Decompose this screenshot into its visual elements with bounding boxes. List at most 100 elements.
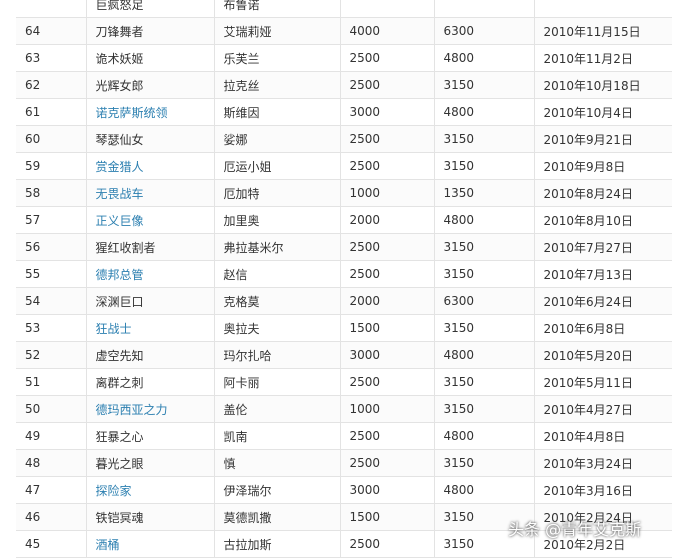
- cell-release-date: 2010年9月21日: [533, 125, 672, 153]
- cell-champion-name[interactable]: 探险家: [85, 476, 215, 504]
- cell-ip-price: 2000: [339, 287, 435, 315]
- cell-rp-price: 4800: [433, 422, 535, 450]
- cell-id: 45: [16, 530, 87, 558]
- cell-ip-price: 1500: [339, 503, 435, 531]
- cell-ip-price: 2500: [339, 152, 435, 180]
- cell-champion-name[interactable]: 狂战士: [85, 314, 215, 342]
- cell-champion-name: 刀锋舞者: [85, 17, 215, 45]
- cell-rp-price: 4800: [433, 98, 535, 126]
- table-row: 51 离群之刺 阿卡丽 2500 3150 2010年5月11日: [16, 368, 672, 396]
- cell-rp-price: 3150: [433, 314, 535, 342]
- cell-release-date: 2010年5月11日: [533, 368, 672, 396]
- cell-champion-alias: 凯南: [213, 422, 341, 450]
- cell-champion-alias: 厄加特: [213, 179, 341, 207]
- cell-champion-name: 诡术妖姬: [85, 44, 215, 72]
- cell-champion-alias: 慎: [213, 449, 341, 477]
- cell-ip-price: 1000: [339, 179, 435, 207]
- cell-ip-price: 4000: [339, 17, 435, 45]
- cell-rp-price: 3150: [433, 368, 535, 396]
- table-row: 60 琴瑟仙女 娑娜 2500 3150 2010年9月21日: [16, 125, 672, 153]
- cell-champion-alias: 艾瑞莉娅: [213, 17, 341, 45]
- cell-ip-price: 2500: [339, 422, 435, 450]
- cell-release-date: 2010年8月10日: [533, 206, 672, 234]
- cell-rp-price: 1350: [433, 179, 535, 207]
- champion-table-container: 巨疯怒足 布鲁诺 64 刀锋舞者 艾瑞莉娅 4000 6300 2010年11月15日 63 诡术…: [16, 0, 672, 558]
- cell-id: 57: [16, 206, 87, 234]
- champion-table: 巨疯怒足 布鲁诺 64 刀锋舞者 艾瑞莉娅 4000 6300 2010年11月15日 63 诡术…: [16, 0, 672, 558]
- cell-id: 59: [16, 152, 87, 180]
- cell-ip-price: 2500: [339, 125, 435, 153]
- cell-rp-price: 6300: [433, 17, 535, 45]
- cell-champion-alias: 古拉加斯: [213, 530, 341, 558]
- cell-ip-price: 2500: [339, 44, 435, 72]
- cell-ip-price: 2500: [339, 71, 435, 99]
- cell-champion-name: 深渊巨口: [85, 287, 215, 315]
- cell-champion-name[interactable]: 诺克萨斯统领: [85, 98, 215, 126]
- cell-champion-name: 离群之刺: [85, 368, 215, 396]
- table-row: 62 光辉女郎 拉克丝 2500 3150 2010年10月18日: [16, 71, 672, 99]
- champion-table-body: 巨疯怒足 布鲁诺 64 刀锋舞者 艾瑞莉娅 4000 6300 2010年11月15日 63 诡术…: [16, 0, 672, 558]
- cell-champion-alias: 加里奥: [213, 206, 341, 234]
- cell-release-date: 2010年3月16日: [533, 476, 672, 504]
- cell-champion-name[interactable]: 正义巨像: [85, 206, 215, 234]
- cell-id: 46: [16, 503, 87, 531]
- cell-id: 63: [16, 44, 87, 72]
- table-row: 61 诺克萨斯统领 斯维因 3000 4800 2010年10月4日: [16, 98, 672, 126]
- cell-ip-price: 2500: [339, 260, 435, 288]
- cell-champion-alias: 奥拉夫: [213, 314, 341, 342]
- cell-release-date: 2010年5月20日: [533, 341, 672, 369]
- cell-rp-price: 3150: [433, 152, 535, 180]
- cell-champion-alias: 厄运小姐: [213, 152, 341, 180]
- cell-rp-price: 3150: [433, 71, 535, 99]
- cell-champion-alias: 赵信: [213, 260, 341, 288]
- cell-ip-price: 3000: [339, 341, 435, 369]
- cell-champion-name[interactable]: 酒桶: [85, 530, 215, 558]
- cell-release-date: 2010年7月27日: [533, 233, 672, 261]
- cell-rp-price: 3150: [433, 395, 535, 423]
- cell-release-date: 2010年10月4日: [533, 98, 672, 126]
- cell-release-date: 2010年8月24日: [533, 179, 672, 207]
- table-row: 47 探险家 伊泽瑞尔 3000 4800 2010年3月16日: [16, 476, 672, 504]
- cell-champion-alias: 乐芙兰: [213, 44, 341, 72]
- table-row: 56 猩红收割者 弗拉基米尔 2500 3150 2010年7月27日: [16, 233, 672, 261]
- cell-ip-price: 2500: [339, 368, 435, 396]
- cell-champion-name: 光辉女郎: [85, 71, 215, 99]
- cell-champion-name[interactable]: 无畏战车: [85, 179, 215, 207]
- cell-id: [16, 0, 87, 18]
- cell-release-date: 2010年11月15日: [533, 17, 672, 45]
- cell-champion-alias: 盖伦: [213, 395, 341, 423]
- table-row: 52 虚空先知 玛尔扎哈 3000 4800 2010年5月20日: [16, 341, 672, 369]
- cell-ip-price: 3000: [339, 98, 435, 126]
- cell-id: 50: [16, 395, 87, 423]
- cell-ip-price: 2000: [339, 206, 435, 234]
- cell-champion-name[interactable]: 德邦总管: [85, 260, 215, 288]
- cell-champion-name: 狂暴之心: [85, 422, 215, 450]
- table-row: 巨疯怒足 布鲁诺: [16, 0, 672, 18]
- table-row: 53 狂战士 奥拉夫 1500 3150 2010年6月8日: [16, 314, 672, 342]
- cell-champion-name[interactable]: 赏金猎人: [85, 152, 215, 180]
- cell-rp-price: [433, 0, 535, 18]
- cell-champion-name[interactable]: 德玛西亚之力: [85, 395, 215, 423]
- cell-rp-price: 3150: [433, 233, 535, 261]
- cell-rp-price: 6300: [433, 287, 535, 315]
- table-row: 55 德邦总管 赵信 2500 3150 2010年7月13日: [16, 260, 672, 288]
- cell-id: 49: [16, 422, 87, 450]
- cell-rp-price: 4800: [433, 476, 535, 504]
- cell-champion-alias: 布鲁诺: [213, 0, 341, 18]
- table-row: 49 狂暴之心 凯南 2500 4800 2010年4月8日: [16, 422, 672, 450]
- cell-champion-name: 巨疯怒足: [85, 0, 215, 18]
- cell-id: 47: [16, 476, 87, 504]
- cell-rp-price: 3150: [433, 125, 535, 153]
- cell-champion-name: 琴瑟仙女: [85, 125, 215, 153]
- cell-ip-price: 1500: [339, 314, 435, 342]
- cell-release-date: 2010年9月8日: [533, 152, 672, 180]
- cell-champion-name: 暮光之眼: [85, 449, 215, 477]
- cell-rp-price: 3150: [433, 260, 535, 288]
- cell-id: 62: [16, 71, 87, 99]
- table-row: 58 无畏战车 厄加特 1000 1350 2010年8月24日: [16, 179, 672, 207]
- cell-release-date: 2010年7月13日: [533, 260, 672, 288]
- cell-champion-alias: 弗拉基米尔: [213, 233, 341, 261]
- cell-id: 64: [16, 17, 87, 45]
- cell-champion-alias: 拉克丝: [213, 71, 341, 99]
- cell-champion-alias: 莫德凯撒: [213, 503, 341, 531]
